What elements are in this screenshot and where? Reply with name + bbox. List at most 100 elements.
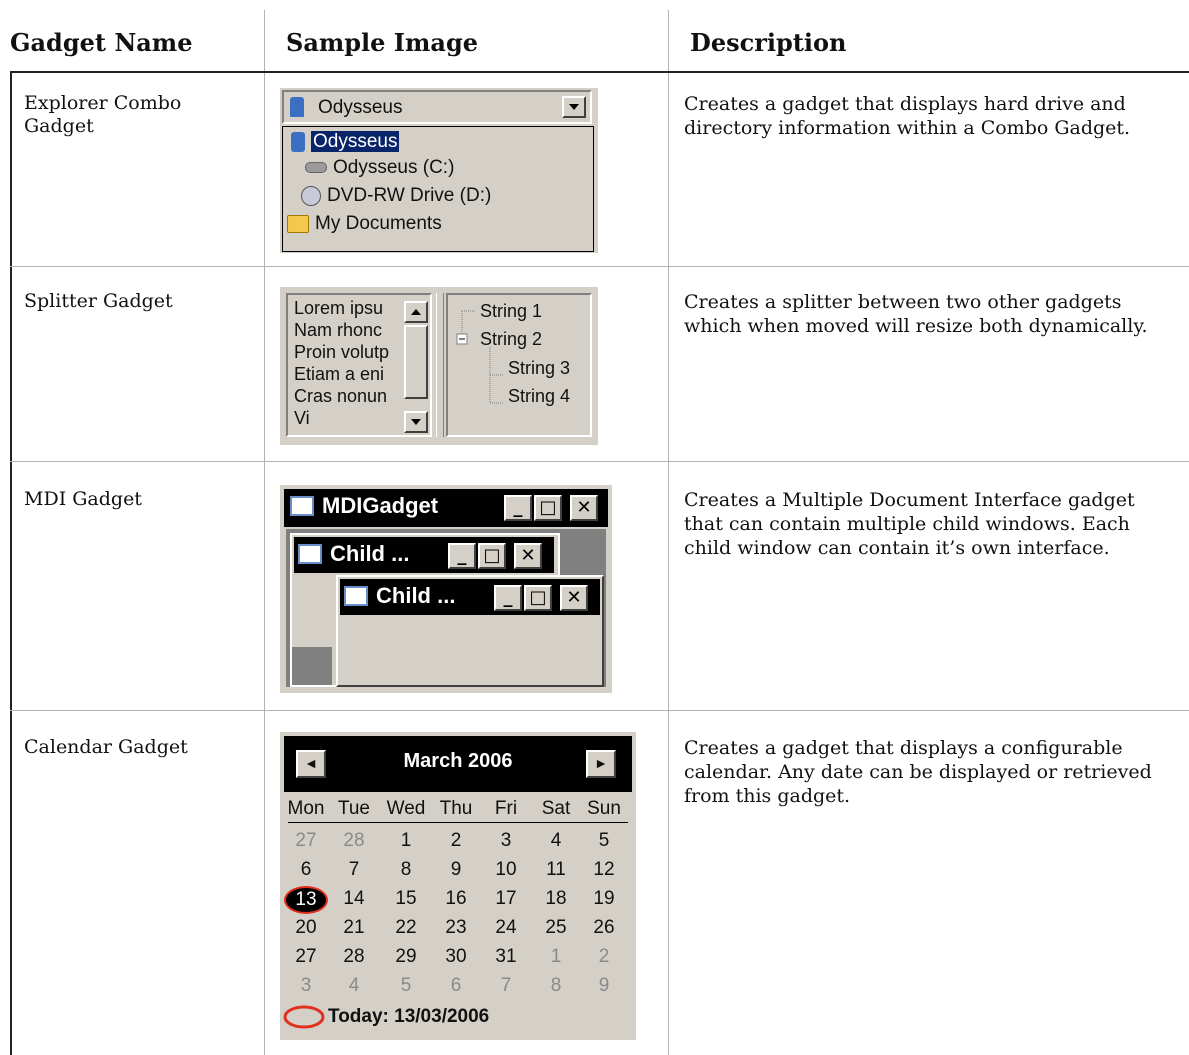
calendar-day[interactable]: 18 [534, 888, 578, 910]
calendar-day[interactable]: 3 [484, 830, 528, 852]
maximize-button[interactable]: □ [524, 585, 552, 611]
calendar-day[interactable]: 16 [434, 888, 478, 910]
calendar-day[interactable]: 15 [384, 888, 428, 910]
calendar-day[interactable]: 1 [384, 830, 428, 852]
scroll-up-button[interactable] [404, 301, 428, 323]
calendar-day[interactable]: 1 [534, 946, 578, 968]
hard-drive-icon [305, 162, 327, 174]
calendar-day[interactable]: 5 [384, 975, 428, 997]
chevron-down-icon [569, 104, 579, 110]
calendar-day[interactable]: 19 [582, 888, 626, 910]
calendar-day[interactable]: 30 [434, 946, 478, 968]
weekday-label: Wed [386, 798, 426, 819]
tree-node[interactable]: String 4 [508, 385, 570, 407]
header-sample-image: Sample Image [286, 28, 479, 57]
combo-selected-text: Odysseus [318, 97, 403, 118]
maximize-button[interactable]: □ [534, 495, 562, 521]
header-gadget-name: Gadget Name [10, 28, 193, 57]
weekday-label: Tue [337, 798, 371, 819]
combo-item[interactable]: Odysseus (C:) [305, 155, 454, 181]
child-title: Child ... [376, 583, 456, 608]
weekday-underline [288, 822, 628, 823]
combo-item[interactable]: DVD-RW Drive (D:) [301, 183, 491, 209]
combo-item[interactable]: My Documents [287, 211, 442, 237]
child-title-bar[interactable]: Child ... _ □ ✕ [294, 537, 554, 573]
tree-node[interactable]: String 3 [508, 357, 570, 379]
calendar-day[interactable]: 27 [284, 946, 328, 968]
calendar-day[interactable]: 26 [582, 917, 626, 939]
child-client-gray [292, 647, 332, 685]
calendar-day[interactable]: 25 [534, 917, 578, 939]
minimize-button[interactable]: _ [494, 585, 522, 611]
close-button[interactable]: ✕ [560, 585, 588, 611]
chevron-down-icon [411, 419, 421, 425]
combo-box[interactable]: Odysseus [282, 90, 592, 124]
close-button[interactable]: ✕ [514, 543, 542, 569]
minimize-button[interactable]: _ [448, 543, 476, 569]
calendar-day[interactable]: 8 [534, 975, 578, 997]
chevron-up-icon [411, 309, 421, 315]
calendar-day[interactable]: 11 [534, 859, 578, 881]
minimize-button[interactable]: _ [504, 495, 532, 521]
list-item: Vi [294, 408, 310, 428]
weekday-label: Mon [287, 798, 325, 819]
calendar-day[interactable]: 2 [434, 830, 478, 852]
calendar-day[interactable]: 6 [434, 975, 478, 997]
calendar-day[interactable]: 31 [484, 946, 528, 968]
calendar-day[interactable]: 8 [384, 859, 428, 881]
calendar-day[interactable]: 28 [332, 830, 376, 852]
header-description: Description [690, 28, 847, 57]
combo-item[interactable]: Odysseus [291, 129, 400, 155]
calendar-day[interactable]: 29 [384, 946, 428, 968]
calendar-day[interactable]: 5 [582, 830, 626, 852]
today-circle-icon [283, 1005, 325, 1029]
weekday-label: Fri [494, 798, 518, 819]
scroll-down-button[interactable] [404, 411, 428, 433]
list-item: Proin volutp [294, 342, 390, 362]
window-icon [344, 586, 368, 606]
scroll-thumb[interactable] [404, 325, 428, 399]
calendar-day[interactable]: 21 [332, 917, 376, 939]
dvd-drive-icon [301, 185, 321, 206]
calendar-day[interactable]: 24 [484, 917, 528, 939]
today-label[interactable]: Today: 13/03/2006 [328, 1006, 489, 1028]
calendar-day[interactable]: 22 [384, 917, 428, 939]
close-button[interactable]: ✕ [570, 495, 598, 521]
splitter-bar[interactable] [436, 293, 444, 437]
calendar-day[interactable]: 28 [332, 946, 376, 968]
row-desc-mdi: Creates a Multiple Document Interface ga… [684, 489, 1135, 559]
calendar-day[interactable]: 20 [284, 917, 328, 939]
calendar-day[interactable]: 12 [582, 859, 626, 881]
tree-node[interactable]: String 1 [480, 300, 542, 322]
calendar-day[interactable]: 13 [284, 886, 328, 914]
mdi-title-bar[interactable]: MDIGadget _ □ ✕ [284, 489, 608, 527]
child-window-2: Child ... _ □ ✕ [336, 575, 604, 687]
calendar-day[interactable]: 9 [582, 975, 626, 997]
calendar-day[interactable]: 27 [284, 830, 328, 852]
calendar-day[interactable]: 17 [484, 888, 528, 910]
calendar-day[interactable]: 4 [332, 975, 376, 997]
calendar-day[interactable]: 6 [284, 859, 328, 881]
row-desc-calendar: Creates a gadget that displays a configu… [684, 737, 1152, 807]
calendar-day[interactable]: 2 [582, 946, 626, 968]
row-desc-explorer-combo: Creates a gadget that displays hard driv… [684, 93, 1131, 139]
calendar-day[interactable]: 3 [284, 975, 328, 997]
calendar-header: ◄ March 2006 ► [284, 736, 632, 792]
calendar-day[interactable]: 4 [534, 830, 578, 852]
calendar-day[interactable]: 7 [484, 975, 528, 997]
splitter-sample: Lorem ipsu Nam rhonc Proin volutp Etiam … [280, 287, 598, 445]
calendar-day[interactable]: 7 [332, 859, 376, 881]
calendar-day[interactable]: 14 [332, 888, 376, 910]
next-month-button[interactable]: ► [586, 750, 616, 778]
calendar-month-title: March 2006 [403, 750, 513, 772]
dropdown-arrow-button[interactable] [562, 96, 586, 118]
calendar-day[interactable]: 23 [434, 917, 478, 939]
maximize-button[interactable]: □ [478, 543, 506, 569]
calendar-day[interactable]: 9 [434, 859, 478, 881]
calendar-day[interactable]: 10 [484, 859, 528, 881]
child-title-bar[interactable]: Child ... _ □ ✕ [340, 579, 600, 615]
list-item: Cras nonun [294, 386, 388, 406]
list-item: Lorem ipsu [294, 298, 384, 318]
tree-node[interactable]: String 2 [480, 328, 542, 350]
vertical-scrollbar[interactable] [404, 301, 428, 435]
